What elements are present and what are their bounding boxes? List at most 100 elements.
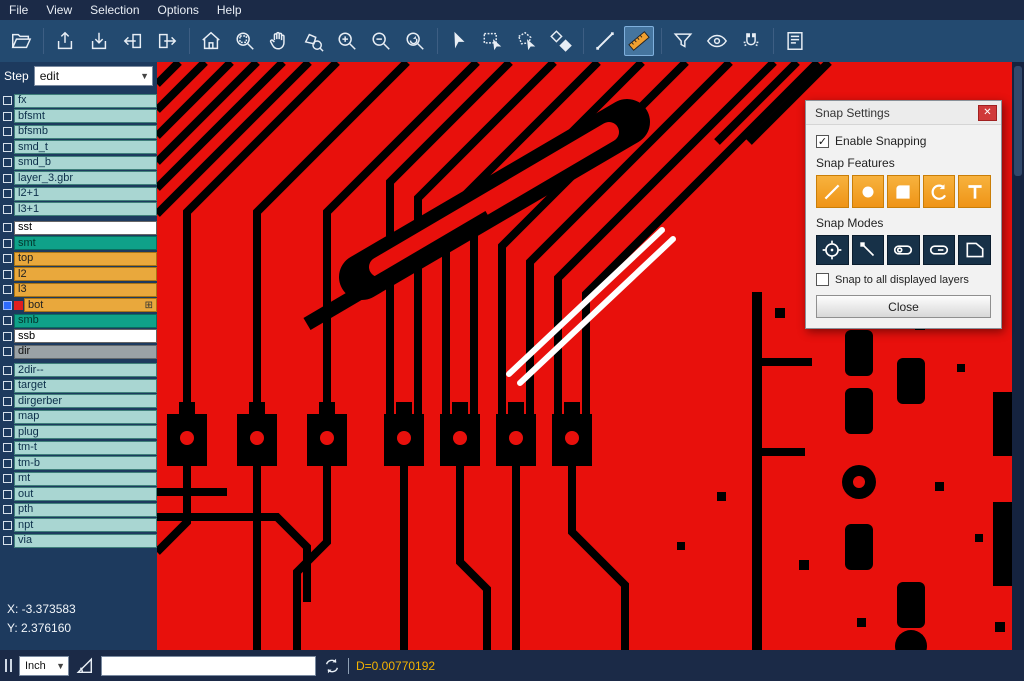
line-tool-button[interactable]	[590, 26, 620, 56]
layer-row-2dir--[interactable]: 2dir--	[0, 363, 157, 379]
layer-visibility-checkbox[interactable]	[3, 490, 12, 499]
layer-row-tm-b[interactable]: tm-b	[0, 456, 157, 472]
layer-name[interactable]: ssb	[14, 329, 157, 343]
menu-view[interactable]: View	[37, 1, 81, 19]
home-view-button[interactable]	[196, 26, 226, 56]
snap-all-layers-row[interactable]: Snap to all displayed layers	[816, 273, 991, 286]
layer-name[interactable]: dirgerber	[14, 394, 157, 408]
snap-feature-line-button[interactable]	[816, 175, 849, 208]
snap-dialog-titlebar[interactable]: Snap Settings ✕	[806, 101, 1001, 125]
layer-row-dirgerber[interactable]: dirgerber	[0, 394, 157, 410]
snap-feature-surface-button[interactable]	[887, 175, 920, 208]
menu-file[interactable]: File	[0, 1, 37, 19]
layer-visibility-checkbox[interactable]	[3, 301, 12, 310]
layer-row-target[interactable]: target	[0, 378, 157, 394]
export-up-button[interactable]	[50, 26, 80, 56]
layer-name[interactable]: pth	[14, 503, 157, 517]
snap-mode-line-button[interactable]	[852, 235, 885, 265]
layer-row-fx[interactable]: fx	[0, 93, 157, 109]
layer-row-smb[interactable]: smb	[0, 313, 157, 329]
snap-all-layers-checkbox[interactable]	[816, 273, 829, 286]
vertical-scrollbar[interactable]	[1012, 62, 1024, 650]
layer-visibility-checkbox[interactable]	[3, 174, 12, 183]
pan-button[interactable]	[264, 26, 294, 56]
layer-row-sst[interactable]: sst	[0, 220, 157, 236]
layer-name[interactable]: tm-t	[14, 441, 157, 455]
angle-tool-icon[interactable]	[76, 657, 94, 675]
snap-feature-text-button[interactable]	[958, 175, 991, 208]
refresh-icon[interactable]	[323, 657, 341, 675]
layer-name[interactable]: sst	[14, 221, 157, 235]
layer-visibility-checkbox[interactable]	[3, 316, 12, 325]
layer-row-plug[interactable]: plug	[0, 425, 157, 441]
layer-name[interactable]: l3	[14, 283, 157, 297]
layer-row-map[interactable]: map	[0, 409, 157, 425]
layer-row-tm-t[interactable]: tm-t	[0, 440, 157, 456]
layer-visibility-checkbox[interactable]	[3, 459, 12, 468]
snap-feature-pad-button[interactable]	[852, 175, 885, 208]
layer-visibility-checkbox[interactable]	[3, 189, 12, 198]
layer-name[interactable]: map	[14, 410, 157, 424]
layer-visibility-checkbox[interactable]	[3, 254, 12, 263]
zoom-window-button[interactable]	[230, 26, 260, 56]
layer-name[interactable]: bfsmb	[14, 125, 157, 139]
layer-visibility-checkbox[interactable]	[3, 143, 12, 152]
vertical-scrollbar-thumb[interactable]	[1014, 66, 1022, 176]
zoom-out-button[interactable]	[366, 26, 396, 56]
layer-row-via[interactable]: via	[0, 533, 157, 549]
snap-mode-obround-button[interactable]	[923, 235, 956, 265]
snap-mode-center-button[interactable]	[816, 235, 849, 265]
enable-snapping-row[interactable]: ✓ Enable Snapping	[816, 134, 991, 148]
close-button[interactable]: Close	[816, 295, 991, 318]
layer-visibility-checkbox[interactable]	[3, 521, 12, 530]
layer-row-l3+1[interactable]: l3+1	[0, 202, 157, 218]
select-polygon-button[interactable]	[512, 26, 542, 56]
layer-visibility-checkbox[interactable]	[3, 270, 12, 279]
layer-grid-icon[interactable]: ⊞	[145, 299, 153, 312]
layer-name[interactable]: smt	[14, 236, 157, 250]
layer-row-pth[interactable]: pth	[0, 502, 157, 518]
move-right-button[interactable]	[152, 26, 182, 56]
layer-visibility-checkbox[interactable]	[3, 474, 12, 483]
snap-button[interactable]	[736, 26, 766, 56]
menu-options[interactable]: Options	[149, 1, 208, 19]
layer-visibility-checkbox[interactable]	[3, 223, 12, 232]
layer-visibility-checkbox[interactable]	[3, 112, 12, 121]
layer-visibility-checkbox[interactable]	[3, 205, 12, 214]
layer-name[interactable]: npt	[14, 518, 157, 532]
zoom-polygon-button[interactable]	[298, 26, 328, 56]
layer-visibility-checkbox[interactable]	[3, 239, 12, 248]
layer-visibility-checkbox[interactable]	[3, 536, 12, 545]
snap-mode-slot-button[interactable]	[887, 235, 920, 265]
layer-visibility-checkbox[interactable]	[3, 505, 12, 514]
layer-row-smd_b[interactable]: smd_b	[0, 155, 157, 171]
layer-row-smt[interactable]: smt	[0, 236, 157, 252]
layer-row-l2[interactable]: l2	[0, 267, 157, 283]
layer-row-dir[interactable]: dir	[0, 344, 157, 360]
layer-visibility-checkbox[interactable]	[3, 347, 12, 356]
layer-name[interactable]: target	[14, 379, 157, 393]
filter-button[interactable]	[668, 26, 698, 56]
layer-visibility-checkbox[interactable]	[3, 366, 12, 375]
layer-name[interactable]: dir	[14, 345, 157, 359]
layer-name[interactable]: smb	[14, 314, 157, 328]
layer-visibility-checkbox[interactable]	[3, 158, 12, 167]
layer-visibility-checkbox[interactable]	[3, 412, 12, 421]
report-button[interactable]	[780, 26, 810, 56]
open-file-button[interactable]	[6, 26, 36, 56]
layer-visibility-checkbox[interactable]	[3, 443, 12, 452]
layer-name[interactable]: mt	[14, 472, 157, 486]
layer-row-l3[interactable]: l3	[0, 282, 157, 298]
menu-selection[interactable]: Selection	[81, 1, 148, 19]
transform-button[interactable]	[546, 26, 576, 56]
layer-row-top[interactable]: top	[0, 251, 157, 267]
layer-row-npt[interactable]: npt	[0, 518, 157, 534]
layer-row-l2+1[interactable]: l2+1	[0, 186, 157, 202]
ruler-tool-button[interactable]	[624, 26, 654, 56]
layer-row-out[interactable]: out	[0, 487, 157, 503]
zoom-previous-button[interactable]	[400, 26, 430, 56]
layer-row-layer_3.gbr[interactable]: layer_3.gbr	[0, 171, 157, 187]
layer-name[interactable]: out	[14, 487, 157, 501]
layer-row-bot[interactable]: bot⊞	[0, 298, 157, 314]
layer-name[interactable]: l2	[14, 267, 157, 281]
